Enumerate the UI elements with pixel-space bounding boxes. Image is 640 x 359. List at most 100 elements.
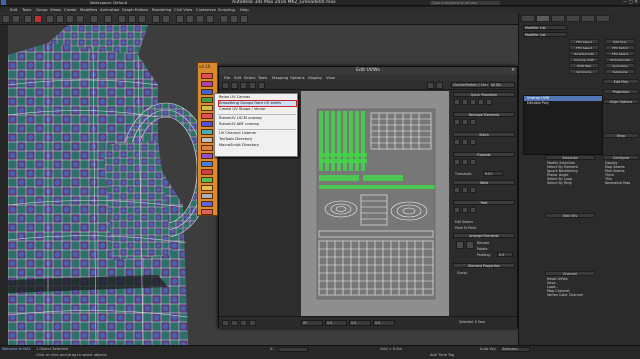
- align-icon[interactable]: [478, 99, 484, 105]
- face-mode-icon[interactable]: [240, 320, 247, 326]
- vertex-mode-icon[interactable]: [222, 320, 229, 326]
- redo-icon[interactable]: [12, 15, 20, 23]
- menu-views[interactable]: Views: [50, 7, 61, 12]
- stitch-icon[interactable]: [454, 139, 460, 145]
- script-tool-icon[interactable]: [201, 209, 213, 215]
- render-frame-icon[interactable]: [230, 15, 238, 23]
- rollout-header[interactable]: Projection: [603, 89, 639, 94]
- menu-modifiers[interactable]: Modifiers: [80, 7, 97, 12]
- script-tool-icon[interactable]: [201, 161, 213, 167]
- layer-icon[interactable]: [176, 15, 184, 23]
- pack-together-icon[interactable]: [466, 241, 474, 249]
- align-icon[interactable]: [454, 99, 460, 105]
- mirror-icon[interactable]: [152, 15, 160, 23]
- render-icon[interactable]: [240, 15, 248, 23]
- pack-icon[interactable]: [456, 241, 464, 249]
- menu-item-macroscript-directory[interactable]: MacroScript Directory: [219, 143, 297, 148]
- close-icon[interactable]: ✕: [511, 67, 515, 75]
- uvw-menu-view[interactable]: View: [326, 75, 335, 80]
- script-tool-icon[interactable]: [201, 185, 213, 191]
- uvw-menu-options[interactable]: Options: [290, 75, 305, 80]
- option-checkbox[interactable]: Select By Ring: [547, 181, 595, 185]
- break-icon[interactable]: [454, 159, 460, 165]
- maxscript-label[interactable]: Welcome to MAX: [2, 347, 31, 351]
- rescale-checkbox[interactable]: Rescale: [477, 241, 489, 245]
- quick-button[interactable]: TurboSmooth: [569, 51, 599, 56]
- uvw-menu-tools[interactable]: Tools: [258, 75, 267, 80]
- object-name-field[interactable]: Modifier List: [523, 25, 567, 30]
- quick-button[interactable]: UVW Map: [569, 63, 599, 68]
- script-tool-icon[interactable]: [201, 97, 213, 103]
- script-tool-icon[interactable]: [201, 81, 213, 87]
- stitch-icon[interactable]: [470, 139, 476, 145]
- add-time-tag[interactable]: Add Time Tag: [430, 353, 454, 357]
- pivot-icon[interactable]: [104, 15, 112, 23]
- peel-icon[interactable]: [462, 207, 468, 213]
- menu-item-create-uv-shape[interactable]: Create UV Shape / Vector: [219, 107, 297, 112]
- uvw-menu-file[interactable]: File: [224, 75, 230, 80]
- snap-icon[interactable]: [118, 15, 126, 23]
- menu-item-relax-uv-canvas[interactable]: Relax UV Canvas: [219, 95, 297, 100]
- schematic-icon[interactable]: [196, 15, 204, 23]
- uvw-menu-select[interactable]: Select: [244, 75, 256, 80]
- select-object-icon[interactable]: [34, 15, 42, 23]
- freeform-icon[interactable]: [249, 82, 256, 89]
- uvw-menu-display[interactable]: Display: [308, 75, 322, 80]
- u-field[interactable]: 0.0: [325, 320, 347, 326]
- quick-button[interactable]: Subdivide: [605, 69, 635, 74]
- menu-item-rizomuv-lscm[interactable]: RizomUV LSCM unwrap: [219, 116, 297, 121]
- uvw-menu-mapping[interactable]: Mapping: [272, 75, 288, 80]
- weld-icon[interactable]: [462, 187, 468, 193]
- script-tool-icon[interactable]: [201, 177, 213, 183]
- stitch-icon[interactable]: [462, 139, 468, 145]
- script-tool-icon[interactable]: [201, 129, 213, 135]
- rollout-header[interactable]: Edit Poly: [603, 79, 639, 84]
- uvw-window-title[interactable]: Edit UVWs: [219, 67, 517, 75]
- modifier-list-dropdown[interactable]: Modifier List: [523, 32, 567, 37]
- straighten-icon[interactable]: [454, 119, 460, 125]
- menu-edit[interactable]: Edit: [10, 7, 17, 12]
- select-region-icon[interactable]: [46, 15, 54, 23]
- rollout-header[interactable]: Selection: [545, 155, 595, 160]
- peel-icon[interactable]: [454, 207, 460, 213]
- scale-icon[interactable]: [240, 82, 247, 89]
- script-tool-icon[interactable]: [201, 113, 213, 119]
- script-tool-icon[interactable]: [201, 153, 213, 159]
- quick-button[interactable]: Symmetry: [569, 69, 599, 74]
- menu-rendering[interactable]: Rendering: [152, 7, 171, 12]
- motion-tab-icon[interactable]: [566, 15, 580, 22]
- quick-button[interactable]: FFD Select: [569, 39, 599, 44]
- vertex-color-channel-radio[interactable]: Vertex Color Channel: [547, 293, 595, 297]
- link-icon[interactable]: [24, 15, 32, 23]
- rollout-header[interactable]: Edit UVs: [545, 213, 595, 218]
- auto-key-button[interactable]: Auto Key: [480, 347, 496, 351]
- align-icon[interactable]: [462, 99, 468, 105]
- move-icon[interactable]: [222, 82, 229, 89]
- menu-item-smoothing-groups[interactable]: Smoothing Groups from UV shells: [219, 101, 297, 106]
- quick-button[interactable]: FFD Select: [605, 51, 635, 56]
- scale-icon[interactable]: [76, 15, 84, 23]
- menu-create[interactable]: Create: [64, 7, 77, 12]
- relax-icon[interactable]: [470, 119, 476, 125]
- material-editor-icon[interactable]: [206, 15, 214, 23]
- search-input[interactable]: Type a keyword or phrase: [430, 1, 500, 5]
- quick-button[interactable]: FFD 3x3x3: [605, 45, 635, 50]
- script-tool-icon[interactable]: [201, 201, 213, 207]
- reference-coord-icon[interactable]: [90, 15, 98, 23]
- script-tool-icon[interactable]: [201, 121, 213, 127]
- menu-animation[interactable]: Animation: [100, 7, 119, 12]
- stack-item-editable-poly[interactable]: Editable Poly: [524, 101, 602, 106]
- rotate-icon[interactable]: [231, 82, 238, 89]
- menu-tools[interactable]: Tools: [22, 7, 31, 12]
- menu-customize[interactable]: Customize: [196, 7, 216, 12]
- padding-field[interactable]: 0.0: [497, 252, 513, 257]
- relax-icon[interactable]: [462, 119, 468, 125]
- menu-group[interactable]: Group: [36, 7, 48, 12]
- script-tool-icon[interactable]: [201, 105, 213, 111]
- channel-dropdown[interactable]: All IDs: [489, 82, 515, 88]
- render-setup-icon[interactable]: [220, 15, 228, 23]
- rollout-header[interactable]: Align Options: [603, 99, 639, 104]
- align-icon[interactable]: [470, 99, 476, 105]
- curve-editor-icon[interactable]: [186, 15, 194, 23]
- menu-graph-editors[interactable]: Graph Editors: [122, 7, 148, 12]
